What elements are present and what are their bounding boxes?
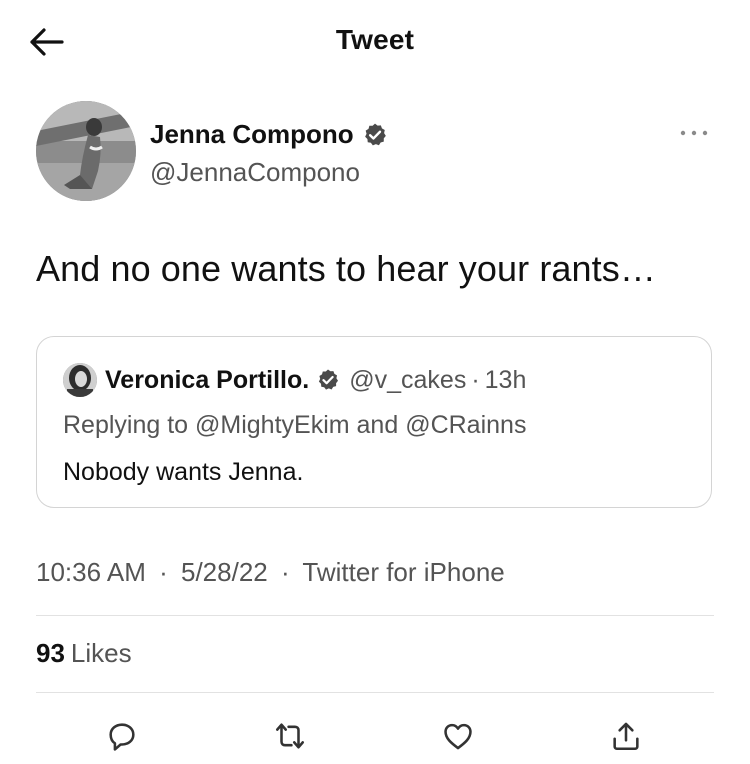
quoted-tweet-text: Nobody wants Jenna.: [63, 458, 304, 486]
separator-dot: ·: [471, 365, 480, 394]
tweet-meta: 10:36 AM · 5/28/22 · Twitter for iPhone: [36, 557, 505, 588]
page-title: Tweet: [335, 24, 415, 55]
quoted-tweet-header: Veronica Portillo. @v_cakes · 13h: [63, 363, 526, 397]
tweet-text: And no one wants to hear your rants…: [36, 248, 656, 289]
quoted-tweet-card[interactable]: Veronica Portillo. @v_cakes · 13h Replyi…: [36, 336, 712, 508]
tweet-author: Jenna Compono @JennaCompono: [36, 101, 716, 203]
author-avatar[interactable]: [36, 101, 136, 201]
retweet-button[interactable]: [270, 716, 310, 756]
share-button[interactable]: [606, 716, 646, 756]
author-name[interactable]: Jenna Compono: [150, 119, 354, 150]
reply-button[interactable]: [102, 716, 142, 756]
quoted-author-name: Veronica Portillo.: [105, 365, 310, 394]
top-nav-bar: Tweet: [0, 0, 750, 82]
separator-dot: ·: [159, 557, 168, 587]
verified-badge-icon: [362, 122, 388, 148]
verified-badge-icon: [316, 368, 340, 392]
quoted-tweet-time: 13h: [484, 365, 527, 394]
tweet-time: 10:36 AM: [36, 557, 146, 587]
reply-icon: [109, 723, 135, 751]
tweet-action-bar: [0, 708, 750, 764]
replying-to-line: Replying to @MightyEkim and @CRainns: [63, 411, 527, 439]
divider: [36, 615, 714, 616]
likes-count: 93: [36, 638, 65, 668]
more-options-button[interactable]: [676, 121, 712, 145]
separator-dot: ·: [280, 557, 290, 587]
likes-label: Likes: [70, 638, 132, 668]
quoted-author-handle: @v_cakes: [349, 365, 467, 394]
like-button[interactable]: [438, 716, 478, 756]
tweet-source[interactable]: Twitter for iPhone: [302, 557, 504, 587]
likes-stat[interactable]: 93 Likes: [36, 638, 132, 669]
heart-icon: [444, 723, 472, 750]
author-name-row: Jenna Compono: [150, 119, 388, 150]
tweet-detail-screen: Tweet Jenna Compono @JennaCompono And no…: [0, 0, 750, 764]
tweet-date: 5/28/22: [181, 557, 268, 587]
retweet-icon: [275, 723, 305, 749]
author-handle[interactable]: @JennaCompono: [150, 157, 360, 188]
share-icon: [613, 722, 639, 751]
more-horizontal-icon: [680, 130, 708, 136]
quoted-author-avatar: [63, 363, 97, 397]
divider: [36, 692, 714, 693]
avatar-photo: [36, 101, 136, 201]
